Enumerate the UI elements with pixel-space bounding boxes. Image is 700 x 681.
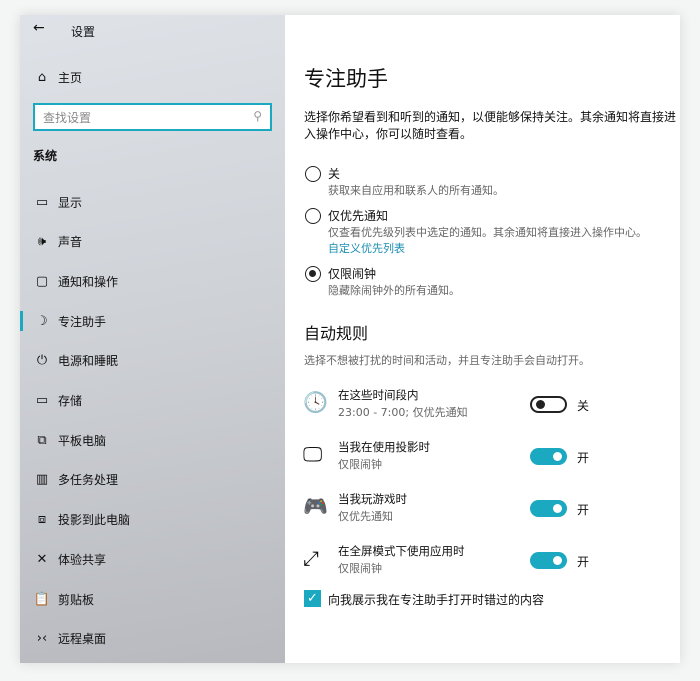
option-label: 关 (328, 167, 341, 181)
rule-title: 当我玩游戏时 (338, 492, 407, 506)
sidebar-item[interactable]: ›‹ 远程桌面 (20, 621, 285, 657)
search-icon: ⚲ (253, 109, 262, 123)
rule-toggle[interactable] (530, 396, 567, 413)
sidebar-item-label: 存储 (58, 394, 83, 408)
sidebar-item-label: 专注助手 (58, 314, 107, 329)
missed-content-checkbox[interactable]: ✓ (304, 590, 321, 607)
sidebar-item-label: 显示 (58, 195, 83, 210)
sidebar-item[interactable]: 🕪 声音 (20, 224, 285, 260)
sidebar-item-label: 声音 (58, 235, 83, 250)
option-label: 仅优先通知 (328, 209, 389, 223)
section-heading: 系统 (33, 149, 58, 163)
option-description: 获取来自应用和联系人的所有通知。 (328, 184, 504, 197)
rule-subtitle[interactable]: 23:00 - 7:00; 仅优先通知 (338, 404, 468, 420)
sidebar-item-label: 体验共享 (58, 552, 107, 567)
home-label: 主页 (58, 70, 83, 85)
rule-title: 当我在使用投影时 (338, 440, 430, 454)
speaker-icon: 🕪 (37, 234, 47, 250)
search-placeholder: 查找设置 (43, 111, 92, 125)
multitask-icon: ▥ (35, 472, 49, 488)
rule-toggle[interactable] (530, 552, 567, 569)
radio-option[interactable] (305, 208, 321, 224)
back-arrow-icon[interactable]: ← (33, 20, 45, 36)
message-icon: ▢ (35, 273, 49, 289)
sidebar-item[interactable]: ▭ 显示 (20, 184, 285, 220)
radio-option[interactable] (305, 266, 321, 282)
sidebar-item[interactable]: ⧉ 平板电脑 (20, 422, 285, 458)
monitor-icon: ▭ (35, 194, 49, 210)
clipboard-icon: 📋 (33, 591, 51, 607)
sidebar-item-home[interactable]: ⌂ 主页 (20, 59, 285, 95)
rules-title: 自动规则 (304, 324, 369, 343)
gamepad-icon: 🎮 (303, 494, 328, 518)
sidebar-item-label: 剪贴板 (58, 592, 95, 607)
share-icon: ✕ (36, 551, 48, 567)
option-label: 仅限闹钟 (328, 267, 377, 281)
settings-window: ← 设置 ⌂ 主页 查找设置 ⚲ 系统 ▭ 显示 🕪 声音 ▢ 通知和操作 ☽ 专注助手 ⏻ 电源和… (20, 15, 680, 663)
toggle-state: 关 (577, 399, 590, 413)
rule-toggle[interactable] (530, 500, 567, 517)
search-input[interactable]: 查找设置 ⚲ (33, 103, 272, 131)
sidebar-item-label: 平板电脑 (58, 433, 107, 448)
sidebar: ← 设置 ⌂ 主页 查找设置 ⚲ 系统 ▭ 显示 🕪 声音 ▢ 通知和操作 ☽ 专注助手 ⏻ 电源和… (20, 15, 285, 663)
sidebar-item[interactable]: ☽ 专注助手 (20, 303, 285, 339)
sidebar-item[interactable]: ▢ 通知和操作 (20, 263, 285, 299)
toggle-state: 开 (577, 503, 590, 517)
window-title: 设置 (71, 25, 96, 39)
sidebar-item[interactable]: ✕ 体验共享 (20, 541, 285, 577)
customize-priority-link[interactable]: 自定义优先列表 (328, 240, 405, 256)
rule-title: 在全屏模式下使用应用时 (338, 544, 465, 558)
radio-option[interactable] (305, 166, 321, 182)
toggle-state: 开 (577, 451, 590, 465)
rule-subtitle[interactable]: 仅限闹钟 (338, 456, 382, 472)
sidebar-item[interactable]: 📋 剪贴板 (20, 581, 285, 617)
toggle-state: 开 (577, 555, 590, 569)
sidebar-item[interactable]: ▥ 多任务处理 (20, 462, 285, 498)
rules-description: 选择不想被打扰的时间和活动，并且专注助手会自动打开。 (304, 354, 590, 367)
sidebar-item[interactable]: ⏻ 电源和睡眠 (20, 343, 285, 379)
sidebar-item-label: 投影到此电脑 (58, 513, 131, 528)
sidebar-item[interactable]: ⧈ 投影到此电脑 (20, 502, 285, 538)
clock-icon: 🕓 (303, 390, 328, 414)
page-title: 专注助手 (304, 67, 388, 91)
rule-subtitle[interactable]: 仅限闹钟 (338, 560, 382, 576)
rule-subtitle[interactable]: 仅优先通知 (338, 508, 393, 524)
fullscreen-icon: ⤢ (303, 546, 319, 570)
moon-icon: ☽ (36, 313, 48, 329)
sidebar-item-label: 多任务处理 (58, 473, 119, 488)
remote-icon: ›‹ (36, 631, 48, 647)
rule-toggle[interactable] (530, 448, 567, 465)
sidebar-item[interactable]: ▭ 存储 (20, 383, 285, 419)
monitor-icon: 🖵 (303, 442, 323, 466)
sidebar-item-label: 电源和睡眠 (58, 354, 119, 369)
page-description: 选择你希望看到和听到的通知，以便能够保持关注。其余通知将直接进入操作中心，你可以… (304, 110, 677, 141)
main-content: 专注助手 选择你希望看到和听到的通知，以便能够保持关注。其余通知将直接进入操作中… (285, 15, 680, 663)
missed-content-label: 向我展示我在专注助手打开时错过的内容 (328, 593, 545, 607)
power-icon: ⏻ (36, 353, 48, 369)
option-description: 仅查看优先级列表中选定的通知。其余通知将直接进入操作中心。 (328, 226, 647, 239)
home-icon: ⌂ (37, 69, 47, 85)
sidebar-item-label: 通知和操作 (58, 274, 119, 289)
sidebar-item-label: 远程桌面 (58, 632, 107, 647)
storage-icon: ▭ (35, 393, 49, 408)
option-description: 隐藏除闹钟外的所有通知。 (328, 284, 460, 297)
tablet-icon: ⧉ (37, 432, 47, 448)
project-icon: ⧈ (37, 512, 47, 528)
rule-title: 在这些时间段内 (338, 388, 419, 402)
